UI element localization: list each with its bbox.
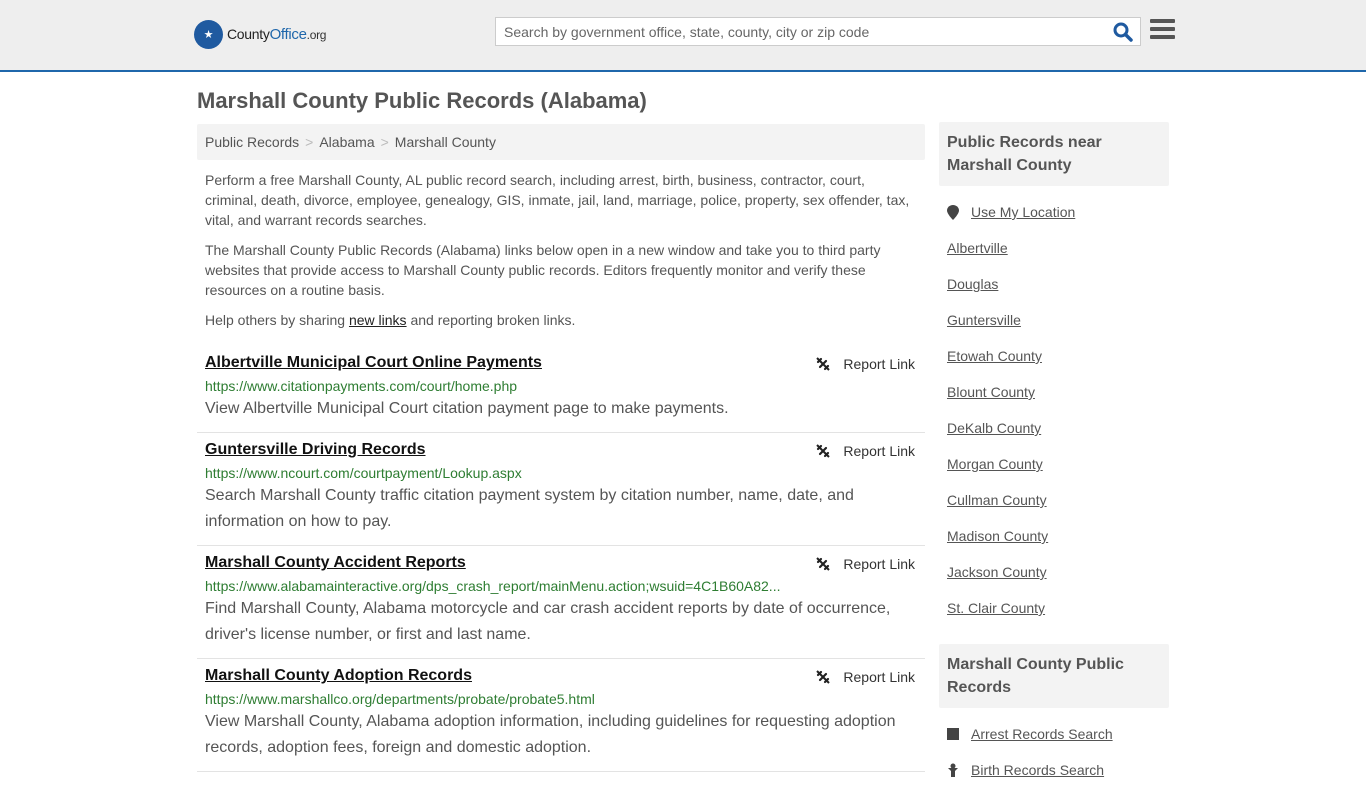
record-title-link[interactable]: Guntersville Driving Records bbox=[205, 441, 426, 459]
nearby-item: Jackson County bbox=[947, 554, 1161, 590]
broken-link-icon bbox=[816, 357, 831, 371]
record-description: View Marshall County, Alabama adoption i… bbox=[205, 713, 896, 756]
category-item: Birth Records Search bbox=[947, 752, 1161, 788]
header: ★ CountyOffice.org bbox=[0, 0, 1366, 72]
record-title-link[interactable]: Albertville Municipal Court Online Payme… bbox=[205, 354, 542, 372]
record-url: https://www.citationpayments.com/court/h… bbox=[205, 378, 518, 394]
record-url: https://www.ncourt.com/courtpayment/Look… bbox=[205, 465, 522, 481]
broken-link-icon bbox=[816, 670, 831, 684]
search-icon bbox=[1113, 22, 1133, 42]
hamburger-menu-icon[interactable] bbox=[1150, 19, 1175, 41]
report-link-label: Report Link bbox=[843, 356, 915, 372]
record-url: https://www.marshallco.org/departments/p… bbox=[205, 691, 595, 707]
nearby-link[interactable]: Jackson County bbox=[947, 554, 1047, 590]
nearby-item: Albertville bbox=[947, 230, 1161, 266]
intro: Perform a free Marshall County, AL publi… bbox=[197, 170, 925, 330]
nearby-item: DeKalb County bbox=[947, 410, 1161, 446]
nearby-item: Douglas bbox=[947, 266, 1161, 302]
report-link-button[interactable]: Report Link bbox=[815, 669, 915, 685]
nearby-item: St. Clair County bbox=[947, 590, 1161, 626]
intro-paragraph: Perform a free Marshall County, AL publi… bbox=[205, 172, 910, 228]
eagle-logo-icon: ★ bbox=[194, 20, 223, 49]
birth-records-link[interactable]: Birth Records Search bbox=[971, 752, 1104, 788]
nearby-item: Etowah County bbox=[947, 338, 1161, 374]
records-category-list: Arrest Records Search Birth Records Sear… bbox=[939, 708, 1169, 798]
report-link-label: Report Link bbox=[843, 669, 915, 685]
nearby-list: Use My Location Albertville Douglas Gunt… bbox=[939, 186, 1169, 636]
nearby-item: Madison County bbox=[947, 518, 1161, 554]
record-title-link[interactable]: Marshall County Accident Reports bbox=[205, 554, 466, 572]
search-box bbox=[495, 17, 1141, 46]
record-url: https://www.alabamainteractive.org/dps_c… bbox=[205, 578, 781, 594]
report-link-button[interactable]: Report Link bbox=[815, 443, 915, 459]
nearby-link[interactable]: DeKalb County bbox=[947, 410, 1041, 446]
logo[interactable]: ★ CountyOffice.org bbox=[194, 20, 326, 49]
intro-paragraph: The Marshall County Public Records (Alab… bbox=[205, 242, 881, 298]
logo-suffix: .org bbox=[306, 28, 327, 42]
nearby-link[interactable]: Etowah County bbox=[947, 338, 1042, 374]
record-item: Albertville Municipal Court Online Payme… bbox=[197, 346, 925, 433]
record-description: View Albertville Municipal Court citatio… bbox=[205, 400, 729, 417]
sidebar: Public Records near Marshall County Use … bbox=[939, 122, 1169, 798]
breadcrumb-alabama[interactable]: Alabama bbox=[319, 134, 374, 150]
nearby-item: Morgan County bbox=[947, 446, 1161, 482]
record-description: Find Marshall County, Alabama motorcycle… bbox=[205, 600, 891, 643]
nearby-link[interactable]: Albertville bbox=[947, 230, 1008, 266]
report-link-label: Report Link bbox=[843, 443, 915, 459]
nearby-link[interactable]: St. Clair County bbox=[947, 590, 1045, 626]
main-content: Public Records > Alabama > Marshall County P… bbox=[197, 124, 925, 772]
breadcrumb-current: Marshall County bbox=[394, 134, 496, 150]
arrest-records-link[interactable]: Arrest Records Search bbox=[971, 716, 1113, 752]
nearby-link[interactable]: Douglas bbox=[947, 266, 998, 302]
broken-link-icon bbox=[816, 444, 831, 458]
report-link-label: Report Link bbox=[843, 556, 915, 572]
use-my-location-link[interactable]: Use My Location bbox=[971, 194, 1075, 230]
record-item: Marshall County Adoption Records Report … bbox=[197, 659, 925, 772]
record-description: Search Marshall County traffic citation … bbox=[205, 487, 854, 530]
text: and reporting broken links. bbox=[406, 312, 576, 328]
breadcrumb-separator: > bbox=[305, 134, 314, 150]
nearby-link[interactable]: Blount County bbox=[947, 374, 1035, 410]
page-title: Marshall County Public Records (Alabama) bbox=[197, 88, 647, 113]
category-item: Arrest Records Search bbox=[947, 716, 1161, 752]
nearby-item: Cullman County bbox=[947, 482, 1161, 518]
report-link-button[interactable]: Report Link bbox=[815, 556, 915, 572]
search-input[interactable] bbox=[496, 18, 1096, 45]
map-pin-icon bbox=[947, 204, 959, 220]
sidebar-heading-nearby: Public Records near Marshall County bbox=[939, 122, 1169, 186]
text: Help others by sharing bbox=[205, 312, 349, 328]
report-link-button[interactable]: Report Link bbox=[815, 356, 915, 372]
broken-link-icon bbox=[816, 557, 831, 571]
logo-text: County bbox=[227, 26, 270, 42]
use-location-item: Use My Location bbox=[947, 194, 1161, 230]
breadcrumb-public-records[interactable]: Public Records bbox=[205, 134, 299, 150]
record-title-link[interactable]: Marshall County Adoption Records bbox=[205, 667, 472, 685]
new-links-link[interactable]: new links bbox=[349, 312, 407, 328]
record-item: Guntersville Driving Records Report Link… bbox=[197, 433, 925, 546]
nearby-link[interactable]: Madison County bbox=[947, 518, 1048, 554]
nearby-item: Blount County bbox=[947, 374, 1161, 410]
sidebar-heading-records: Marshall County Public Records bbox=[939, 644, 1169, 708]
share-links-text: Help others by sharing new links and rep… bbox=[205, 310, 917, 330]
breadcrumb-separator: > bbox=[380, 134, 389, 150]
records-list: Albertville Municipal Court Online Payme… bbox=[197, 346, 925, 772]
birth-icon bbox=[948, 763, 958, 777]
logo-text-bold: Office bbox=[269, 26, 307, 43]
nearby-link[interactable]: Morgan County bbox=[947, 446, 1043, 482]
arrest-icon bbox=[947, 728, 959, 740]
search-button[interactable] bbox=[1112, 21, 1134, 43]
nearby-link[interactable]: Cullman County bbox=[947, 482, 1047, 518]
nearby-link[interactable]: Guntersville bbox=[947, 302, 1021, 338]
breadcrumb: Public Records > Alabama > Marshall County bbox=[197, 124, 925, 160]
nearby-item: Guntersville bbox=[947, 302, 1161, 338]
record-item: Marshall County Accident Reports Report … bbox=[197, 546, 925, 659]
